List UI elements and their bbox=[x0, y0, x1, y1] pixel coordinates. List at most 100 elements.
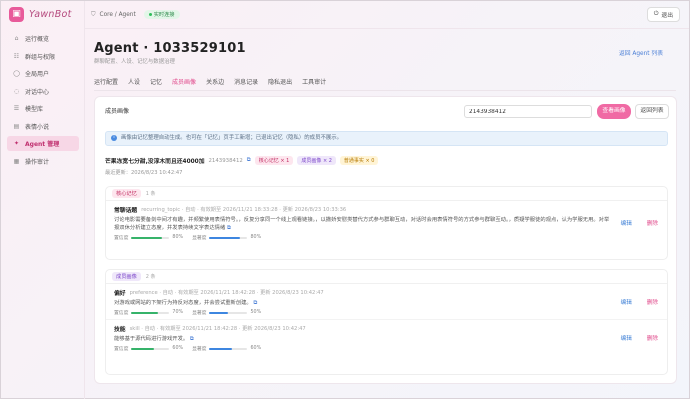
confidence-track bbox=[131, 236, 170, 239]
users-icon: ☷ bbox=[13, 52, 20, 60]
confidence-value: 80% bbox=[172, 235, 184, 240]
sidebar: ▣ YawnBot ⌂ 运行概览 ☷ 群组与权限 ◯ 全局用户 ◌ 对话中心 ☰ bbox=[1, 1, 85, 399]
confidence-meter: 置信度 70% bbox=[114, 309, 183, 316]
copy-icon[interactable]: ⧉ bbox=[253, 300, 257, 306]
item-text: 能够基于源代码进行游戏开发。 bbox=[114, 336, 189, 342]
core-memory-badge: 核心记忆 × 1 bbox=[254, 156, 294, 165]
tab-bar: 运行配置 人设 记忆 成员画像 关系边 消息记录 隐私退出 工具审计 bbox=[94, 77, 326, 91]
edit-button[interactable]: 编辑 bbox=[621, 334, 632, 342]
persona-badge: 成员画像 × 2 bbox=[297, 156, 336, 165]
sidebar-item-stickers[interactable]: ▤ 表情小说 bbox=[7, 119, 79, 134]
item-meta: skill · 自动 · 有效期至 2026/11/21 18:42:28 · … bbox=[129, 326, 306, 332]
section-header: 核心记忆 1 条 bbox=[106, 187, 667, 201]
item-body: 对游戏或网站的下架行为持反对态度，并会尝试重新创建。 ⧉ bbox=[114, 299, 614, 307]
logout-icon: ⏻ bbox=[653, 11, 659, 17]
home-icon: ⌂ bbox=[14, 35, 19, 42]
tab-messages[interactable]: 消息记录 bbox=[234, 77, 258, 91]
logo-text: YawnBot bbox=[29, 9, 72, 20]
item-metrics: 置信度 70% 显著度 50% bbox=[114, 309, 659, 316]
importance-fill bbox=[209, 236, 240, 239]
tab-tool-audit[interactable]: 工具审计 bbox=[302, 77, 326, 91]
copy-icon[interactable]: ⧉ bbox=[227, 225, 231, 231]
tab-memory[interactable]: 记忆 bbox=[150, 77, 162, 91]
edit-button[interactable]: 编辑 bbox=[621, 298, 632, 306]
importance-meter: 显著度 60% bbox=[192, 345, 261, 352]
tab-runtime-config[interactable]: 运行配置 bbox=[94, 77, 118, 91]
item-actions: 编辑 删除 bbox=[621, 298, 658, 306]
confidence-value: 70% bbox=[172, 310, 184, 315]
persona-section: 成员画像 2 条 偏好 preference · 自动 · 有效期至 2026/… bbox=[105, 269, 668, 375]
delete-button[interactable]: 删除 bbox=[647, 334, 658, 342]
logout-button[interactable]: ⏻ 退出 bbox=[646, 7, 680, 22]
sidebar-item-label: 模型库 bbox=[25, 106, 44, 113]
audit-icon: ▦ bbox=[13, 157, 20, 165]
card-title: 成员画像 bbox=[105, 108, 130, 115]
item-meta: preference · 自动 · 有效期至 2026/11/21 18:42:… bbox=[129, 290, 324, 296]
edit-button[interactable]: 编辑 bbox=[621, 219, 632, 227]
importance-value: 60% bbox=[250, 346, 262, 351]
confidence-label: 置信度 bbox=[114, 347, 129, 352]
sidebar-nav: ⌂ 运行概览 ☷ 群组与权限 ◯ 全局用户 ◌ 对话中心 ☰ 模型库 ▤ 表情小… bbox=[7, 31, 79, 171]
sidebar-item-global-users[interactable]: ◯ 全局用户 bbox=[7, 66, 79, 81]
back-to-agent-list-link[interactable]: 返回 Agent 列表 bbox=[619, 48, 663, 57]
copy-icon[interactable]: ⧉ bbox=[190, 336, 194, 342]
confidence-value: 60% bbox=[172, 346, 184, 351]
item-actions: 编辑 删除 bbox=[621, 219, 658, 227]
tabs-divider bbox=[94, 90, 676, 91]
memory-item: 常聊话题 recurring_topic · 自动 · 有效期至 2026/11… bbox=[106, 201, 667, 244]
confidence-meter: 置信度 80% bbox=[114, 234, 183, 241]
delete-button[interactable]: 删除 bbox=[647, 219, 658, 227]
memory-item: 技能 skill · 自动 · 有效期至 2026/11/21 18:42:28… bbox=[106, 320, 667, 355]
status-badge: 实时连接 bbox=[143, 10, 180, 19]
sidebar-item-groups[interactable]: ☷ 群组与权限 bbox=[7, 49, 79, 64]
tab-privacy-optout[interactable]: 隐私退出 bbox=[268, 77, 292, 91]
importance-track bbox=[209, 347, 248, 350]
member-id-input[interactable] bbox=[464, 105, 592, 118]
importance-fill bbox=[209, 347, 233, 350]
member-summary: 芒果冻宽七分甜,没淳木而且还4000加 2143938412 ⧉ 核心记忆 × … bbox=[105, 156, 379, 165]
delete-button[interactable]: 删除 bbox=[647, 298, 658, 306]
memory-item: 偏好 preference · 自动 · 有效期至 2026/11/21 18:… bbox=[106, 284, 667, 320]
tab-persona[interactable]: 人设 bbox=[128, 77, 140, 91]
sidebar-item-label: 操作审计 bbox=[25, 158, 50, 166]
page-subtitle: 群聊配置、人设、记忆与数据治理 bbox=[94, 59, 175, 65]
member-id: 2143938412 bbox=[208, 157, 243, 164]
breadcrumb-text: Core / Agent bbox=[99, 11, 136, 18]
confidence-fill bbox=[131, 236, 162, 239]
item-key: 技能 bbox=[114, 327, 126, 333]
tab-relations[interactable]: 关系边 bbox=[206, 77, 224, 91]
sidebar-item-label: 群组与权限 bbox=[25, 53, 56, 61]
item-text: 讨论电影需要备剑中间才有趣，并频繁使用表情符号。，反复分享同一个线上观看链接。，… bbox=[114, 217, 610, 231]
sidebar-item-audit[interactable]: ▦ 操作审计 bbox=[7, 154, 79, 169]
sidebar-item-label: 运行概览 bbox=[25, 36, 50, 43]
importance-meter: 显著度 50% bbox=[192, 309, 261, 316]
back-to-list-button[interactable]: 返回列表 bbox=[635, 104, 669, 119]
sidebar-item-label: 对话中心 bbox=[25, 88, 50, 96]
member-name: 芒果冻宽七分甜,没淳木而且还4000加 bbox=[105, 159, 205, 165]
status-badge-label: 实时连接 bbox=[153, 12, 175, 18]
book-icon: ▤ bbox=[13, 122, 20, 130]
database-icon: ☰ bbox=[13, 105, 20, 112]
confidence-fill bbox=[131, 347, 155, 350]
confidence-label: 置信度 bbox=[114, 311, 129, 316]
confidence-fill bbox=[131, 311, 158, 314]
sidebar-item-agent[interactable]: ✦ Agent 管理 bbox=[7, 136, 79, 151]
importance-fill bbox=[209, 311, 229, 314]
core-memory-section: 核心记忆 1 条 常聊话题 recurring_topic · 自动 · 有效期… bbox=[105, 186, 668, 260]
sidebar-item-overview[interactable]: ⌂ 运行概览 bbox=[7, 31, 79, 46]
logo[interactable]: ▣ YawnBot bbox=[9, 7, 72, 22]
info-icon: i bbox=[111, 135, 117, 141]
section-count: 1 条 bbox=[145, 191, 156, 197]
copy-icon[interactable]: ⧉ bbox=[247, 157, 251, 164]
last-updated: 最近更新：2026/8/23 10:42:47 bbox=[105, 170, 183, 176]
breadcrumb: ⛉ Core / Agent 实时连接 bbox=[91, 10, 180, 19]
confidence-track bbox=[131, 311, 170, 314]
section-tag: 核心记忆 bbox=[112, 189, 141, 198]
sidebar-item-chat-center[interactable]: ◌ 对话中心 bbox=[7, 84, 79, 99]
importance-label: 显著度 bbox=[192, 236, 207, 241]
item-body: 能够基于源代码进行游戏开发。 ⧉ bbox=[114, 335, 614, 343]
user-icon: ◯ bbox=[13, 70, 20, 77]
sidebar-item-models[interactable]: ☰ 模型库 bbox=[7, 101, 79, 116]
view-profile-button[interactable]: 查看画像 bbox=[597, 104, 631, 119]
tab-member-profiles[interactable]: 成员画像 bbox=[172, 77, 197, 91]
